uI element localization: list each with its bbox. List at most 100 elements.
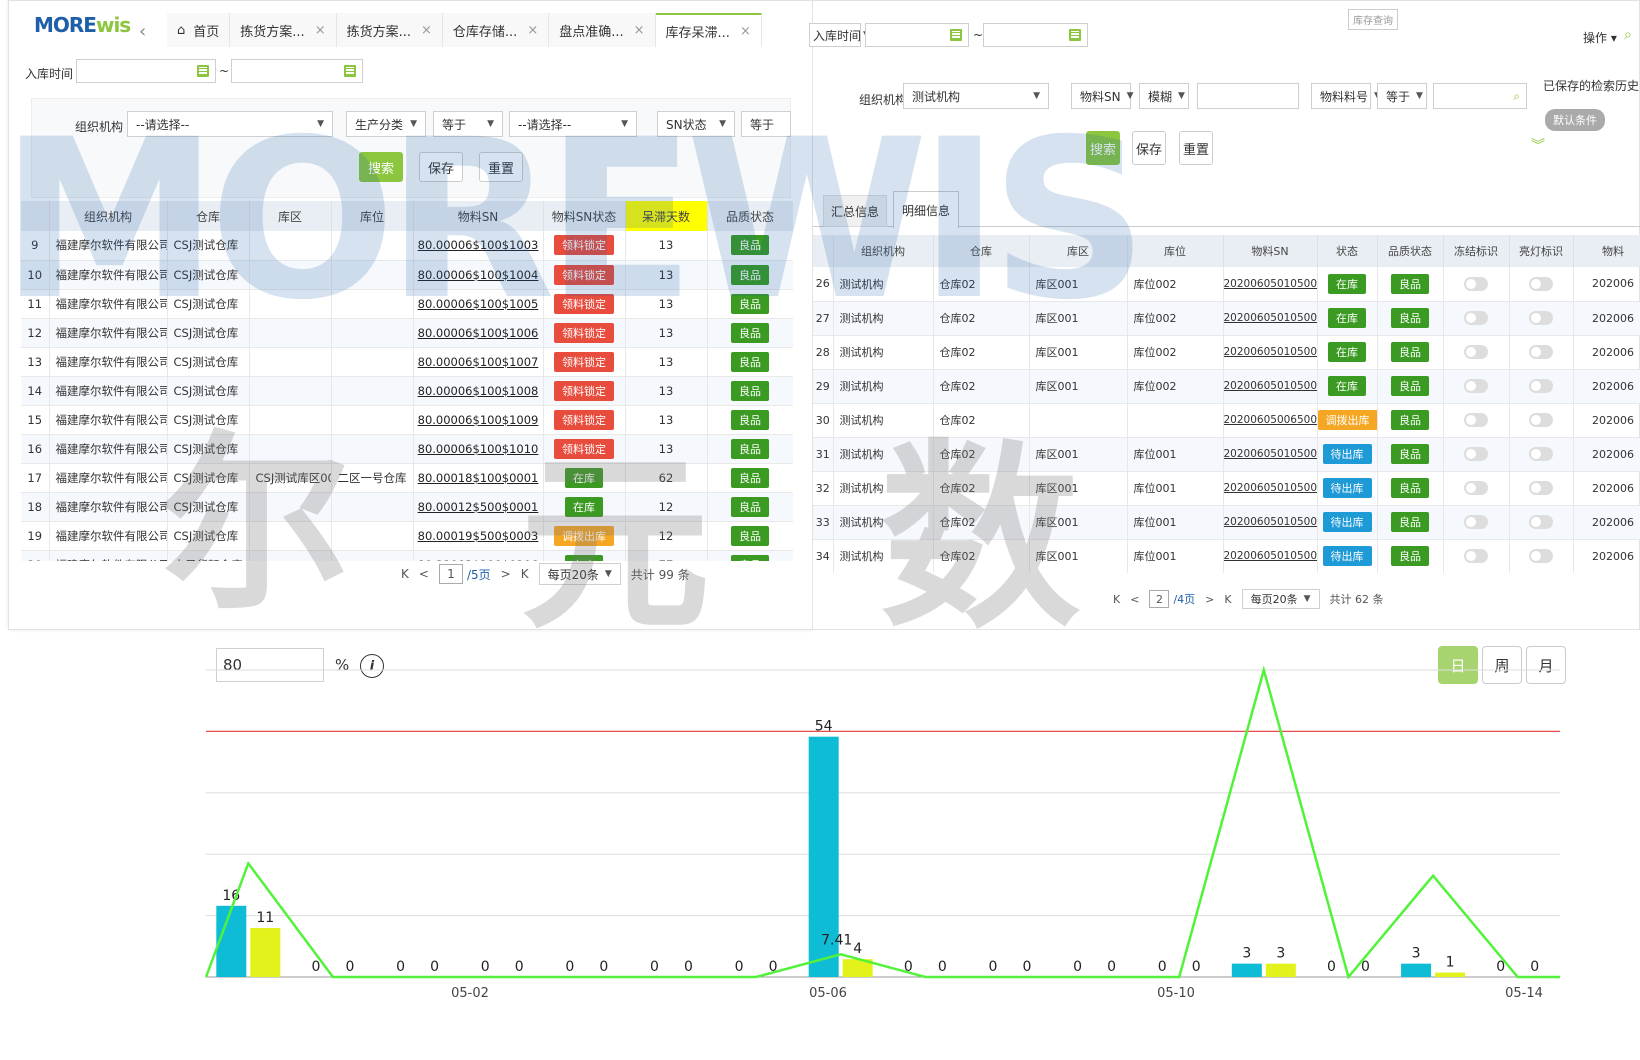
close-icon[interactable]: × [527, 23, 538, 38]
table-row[interactable]: 10 福建摩尔软件有限公司 CSJ测试仓库 80.00006$100$1004 领料锁定… [21, 260, 793, 290]
page-input[interactable]: 1 [438, 564, 463, 584]
toggle-switch[interactable] [1464, 549, 1488, 563]
column-header[interactable]: 状态 [1317, 235, 1378, 267]
sn-cell[interactable]: 80.00018$100$0001 [413, 463, 544, 493]
toggle-switch[interactable] [1464, 311, 1488, 325]
table-row[interactable]: 33测试机构仓库02库区001库位001202006050105002$006待… [813, 505, 1640, 540]
stock-query-button[interactable]: 库存查询 [1348, 9, 1398, 30]
toggle-switch[interactable] [1464, 515, 1488, 529]
first-page-icon[interactable]: K [1113, 593, 1120, 606]
sn-cell[interactable]: 80.31003$100$0106 [413, 550, 544, 561]
prod-class-select[interactable]: 生产分类 ▼ [346, 111, 426, 137]
tab-2[interactable]: 拣货方案... × [336, 13, 443, 47]
sn-cell[interactable]: 202006050105002$005 [1223, 539, 1318, 573]
table-row[interactable]: 29测试机构仓库02库区001库位002202006050105002$009 在… [813, 369, 1640, 404]
op2-select[interactable]: 等于 [741, 111, 791, 137]
column-header[interactable]: 呆滞天数 [625, 201, 708, 231]
table-row[interactable]: 12 福建摩尔软件有限公司 CSJ测试仓库 80.00006$100$1006 领料锁定… [21, 318, 793, 348]
table-row[interactable]: 28测试机构仓库02库区001库位002202006050105002$009 在… [813, 335, 1640, 370]
last-page-icon[interactable]: K [1224, 593, 1231, 606]
table-row[interactable]: 11 福建摩尔软件有限公司 CSJ测试仓库 80.00006$100$1005 领料锁定… [21, 289, 793, 319]
expand-icon[interactable]: ︾ [1531, 135, 1545, 155]
prev-page-icon[interactable]: < [419, 567, 429, 581]
sn-cell[interactable]: 202006050105002$007 [1223, 471, 1318, 506]
toggle-switch[interactable] [1464, 345, 1488, 359]
toggle-switch[interactable] [1464, 481, 1488, 495]
column-header[interactable]: 品质状态 [1377, 235, 1444, 267]
search-icon[interactable]: ⌕ [1513, 89, 1520, 104]
table-row[interactable]: 16 福建摩尔软件有限公司 CSJ测试仓库 80.00006$100$1010 领料锁定… [21, 434, 793, 464]
sn-cell[interactable]: 80.00006$100$1005 [413, 289, 544, 319]
table-row[interactable]: 26测试机构仓库02库区001库位002202006050105002$010 在… [813, 267, 1640, 302]
column-header[interactable]: 物料SN [1223, 235, 1318, 267]
tab-summary[interactable]: 汇总信息 [823, 195, 887, 227]
toggle-switch[interactable] [1529, 311, 1553, 325]
tab-1[interactable]: 拣货方案... × [230, 13, 337, 47]
column-header[interactable]: 库位 [1127, 235, 1224, 267]
column-header[interactable]: 库位 [331, 201, 414, 231]
first-page-icon[interactable]: K [401, 567, 409, 581]
sn-cell[interactable]: 202006050105002$010 [1223, 301, 1318, 336]
close-icon[interactable]: × [315, 23, 326, 38]
table-row[interactable]: 9 福建摩尔软件有限公司 CSJ测试仓库 80.00006$100$1003 领料锁定 1… [21, 231, 793, 261]
next-page-icon[interactable]: > [1205, 593, 1214, 606]
reset-button[interactable]: 重置 [1179, 131, 1213, 165]
save-button[interactable]: 保存 [419, 152, 463, 182]
toggle-switch[interactable] [1529, 515, 1553, 529]
date-start-input[interactable] [76, 59, 216, 83]
ops-menu[interactable]: 操作 ▾ [1583, 29, 1617, 46]
part-field-select[interactable]: 物料料号▼ [1311, 83, 1381, 109]
calendar-icon[interactable] [344, 65, 356, 77]
calendar-icon[interactable] [950, 29, 962, 41]
sn-cell[interactable]: 80.00006$100$1006 [413, 318, 544, 348]
column-header[interactable]: 物料SN [413, 201, 544, 231]
prod-value-select[interactable]: --请选择-- ▼ [509, 111, 637, 137]
org-select[interactable]: 测试机构 ▼ [903, 83, 1049, 109]
date-end-input[interactable] [983, 23, 1088, 47]
toggle-switch[interactable] [1529, 276, 1553, 291]
per-page-select[interactable]: 每页20条 ▼ [538, 563, 621, 585]
search-icon[interactable]: ⌕ [1624, 27, 1632, 43]
tab-3[interactable]: 仓库存储... × [442, 13, 550, 47]
table-row[interactable]: 17福建摩尔软件有限公司CSJ测试仓库CSJ测试库区0010二区一号仓库80.0… [21, 463, 793, 493]
part-op-select[interactable]: 等于 ▼ [1377, 83, 1427, 109]
tab-detail[interactable]: 明细信息 [893, 191, 959, 228]
close-icon[interactable]: × [421, 23, 432, 38]
sn-cell[interactable]: 80.00006$100$1004 [413, 260, 544, 290]
column-header[interactable]: 物料SN状态 [543, 201, 626, 231]
prev-page-icon[interactable]: < [1130, 593, 1139, 606]
toggle-switch[interactable] [1529, 345, 1553, 359]
calendar-icon[interactable] [1069, 29, 1081, 41]
column-header[interactable]: 品质状态 [707, 201, 793, 231]
column-header[interactable]: 仓库 [167, 201, 250, 231]
sn-cell[interactable]: 80.00012$500$0001 [413, 492, 544, 522]
table-row[interactable]: 20福建摩尔软件有限公司电子货架仓库 80.31003$100$0106 在库 77 良… [21, 550, 793, 561]
search-button[interactable]: 搜索 [359, 152, 403, 182]
table-row[interactable]: 19 福建摩尔软件有限公司 CSJ测试仓库 80.00019$500$0003 调拨出库… [21, 521, 793, 551]
toggle-switch[interactable] [1464, 413, 1488, 427]
toggle-switch[interactable] [1464, 379, 1488, 393]
sn-cell[interactable]: 202006050105002$009 [1223, 335, 1318, 370]
sn-cell[interactable]: 80.00006$100$1010 [413, 434, 544, 464]
tab-0[interactable]: ⌂ 首页 [167, 13, 231, 47]
close-icon[interactable]: × [740, 24, 751, 39]
column-header[interactable]: 亮灯标识 [1509, 235, 1574, 267]
sn-cell[interactable]: 80.00006$100$1009 [413, 405, 544, 435]
table-row[interactable]: 15 福建摩尔软件有限公司 CSJ测试仓库 80.00006$100$1009 领料锁定… [21, 405, 793, 435]
sn-cell[interactable]: 80.00019$500$0003 [413, 521, 544, 551]
column-header[interactable]: 物料 [1573, 235, 1640, 267]
column-header[interactable]: 库区 [249, 201, 332, 231]
reset-button[interactable]: 重置 [479, 152, 523, 182]
column-header[interactable]: 冻结标识 [1443, 235, 1510, 267]
table-row[interactable]: 31测试机构仓库02库区001库位001202006050105002$008待… [813, 437, 1640, 472]
table-row[interactable]: 34测试机构仓库02库区001库位001202006050105002$005待… [813, 539, 1640, 573]
column-header[interactable]: 库区 [1029, 235, 1128, 267]
search-button[interactable]: 搜索 [1086, 131, 1120, 165]
sn-cell[interactable]: 202006050105002$008 [1223, 437, 1318, 472]
table-row[interactable]: 13 福建摩尔软件有限公司 CSJ测试仓库 80.00006$100$1007 领料锁定… [21, 347, 793, 377]
close-icon[interactable]: × [634, 23, 645, 38]
org-select[interactable]: --请选择-- ▼ [127, 111, 333, 137]
sn-field-select[interactable]: 物料SN ▼ [1071, 83, 1134, 109]
table-row[interactable]: 18 福建摩尔软件有限公司 CSJ测试仓库 80.00012$500$0001 在库 12… [21, 492, 793, 522]
column-header[interactable]: 组织机构 [49, 201, 168, 231]
